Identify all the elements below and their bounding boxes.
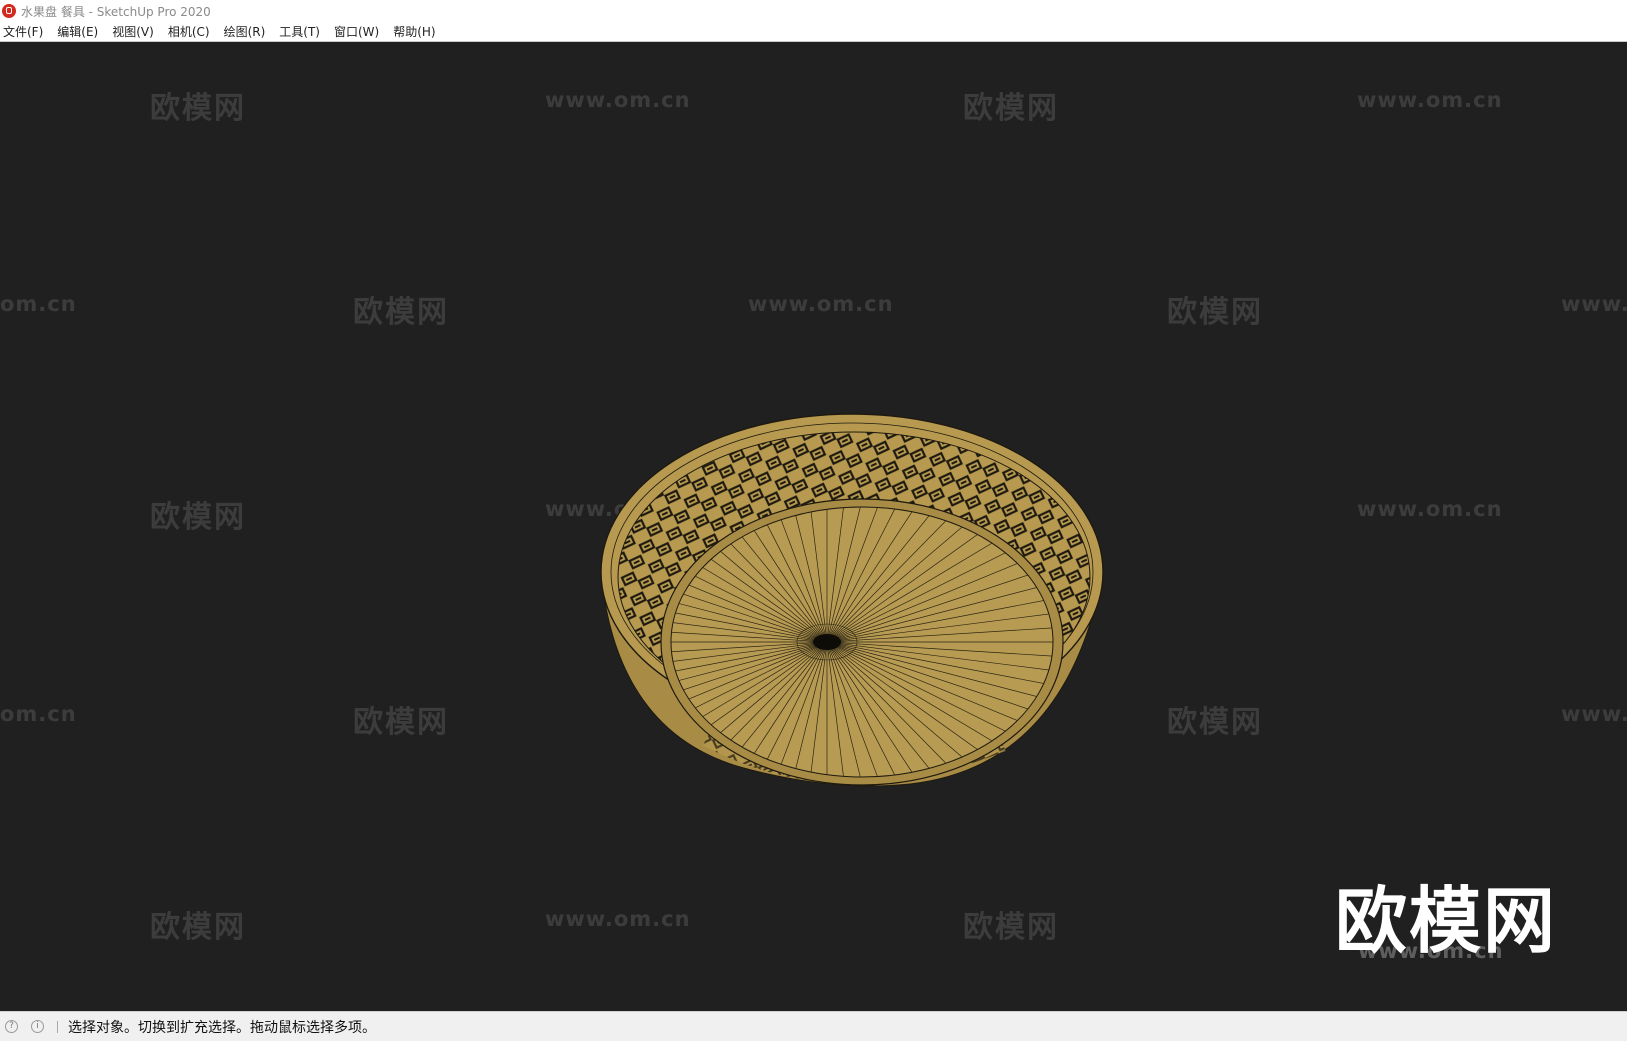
menu-tools[interactable]: 工具(T) bbox=[276, 23, 326, 40]
status-bar: ? i 选择对象。切换到扩充选择。拖动鼠标选择多项。 bbox=[0, 1011, 1627, 1041]
watermark-url: www.om.cn bbox=[1357, 497, 1503, 521]
menu-file[interactable]: 文件(F) bbox=[0, 23, 49, 40]
status-message: 选择对象。切换到扩充选择。拖动鼠标选择多项。 bbox=[68, 1019, 376, 1036]
menu-bar: 文件(F) 编辑(E) 视图(V) 相机(C) 绘图(R) 工具(T) 窗口(W… bbox=[0, 22, 1627, 42]
status-divider bbox=[57, 1020, 58, 1033]
watermark-brand: 欧模网 bbox=[1167, 705, 1263, 740]
watermark-brand: 欧模网 bbox=[150, 910, 246, 945]
watermark-url: www.om.cn bbox=[545, 907, 691, 931]
watermark-brand: 欧模网 bbox=[1167, 295, 1263, 330]
watermark-url: www. bbox=[1561, 702, 1627, 726]
watermark-url: www.om.cn bbox=[1357, 88, 1503, 112]
menu-camera[interactable]: 相机(C) bbox=[165, 23, 216, 40]
menu-view[interactable]: 视图(V) bbox=[109, 23, 160, 40]
brand-logo-url: www.om.cn bbox=[1358, 939, 1504, 963]
watermark-url: www.om.cn bbox=[545, 88, 691, 112]
watermark-brand: 欧模网 bbox=[963, 91, 1059, 126]
watermark-brand: 欧模网 bbox=[150, 91, 246, 126]
menu-edit[interactable]: 编辑(E) bbox=[54, 23, 104, 40]
watermark-brand: 欧模网 bbox=[150, 500, 246, 535]
watermark-url: om.cn bbox=[0, 292, 77, 316]
model-viewport[interactable]: 欧模网 www.om.cn 欧模网 www.om.cn om.cn 欧模网 ww… bbox=[0, 42, 1627, 1011]
watermark-url: www.om.cn bbox=[748, 292, 894, 316]
watermark-brand: 欧模网 bbox=[963, 910, 1059, 945]
watermark-url: www. bbox=[1561, 292, 1627, 316]
watermark-brand: 欧模网 bbox=[353, 705, 449, 740]
fruit-bowl-model[interactable] bbox=[590, 372, 1130, 822]
title-bar: 水果盘 餐具 - SketchUp Pro 2020 bbox=[0, 0, 1627, 22]
sketchup-app-icon[interactable] bbox=[2, 4, 16, 18]
info-icon[interactable]: i bbox=[31, 1020, 44, 1033]
watermark-brand: 欧模网 bbox=[353, 295, 449, 330]
geo-location-icon[interactable]: ? bbox=[5, 1020, 18, 1033]
window-title: 水果盘 餐具 - SketchUp Pro 2020 bbox=[21, 4, 211, 19]
menu-help[interactable]: 帮助(H) bbox=[390, 23, 441, 40]
menu-window[interactable]: 窗口(W) bbox=[331, 23, 385, 40]
menu-draw[interactable]: 绘图(R) bbox=[221, 23, 272, 40]
watermark-url: om.cn bbox=[0, 702, 77, 726]
